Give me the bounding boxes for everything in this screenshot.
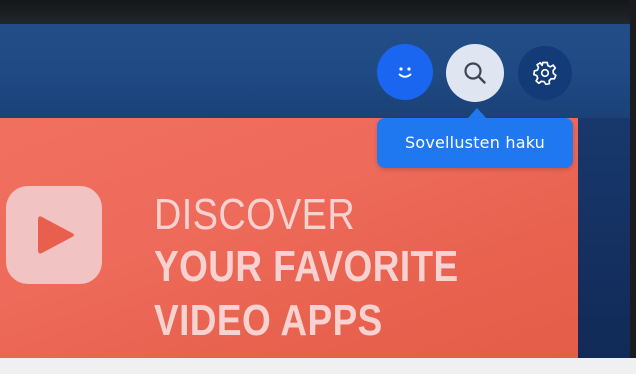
banner-headline-line3: VIDEO APPS [154,296,383,345]
video-app-icon [6,186,102,284]
search-tooltip: Sovellusten haku [377,118,573,168]
tv-bezel-bottom [0,358,636,374]
search-button[interactable] [446,44,504,102]
tv-screen: DISCOVER YOUR FAVORITE VIDEO APPS Sovell… [0,0,636,374]
play-icon [38,216,74,254]
settings-button[interactable] [518,46,572,100]
banner-headline-line2: YOUR FAVORITE [154,242,459,291]
tv-bezel-right [630,0,636,374]
tv-bezel-top [0,0,636,24]
profile-button[interactable] [377,44,433,100]
tooltip-label: Sovellusten haku [404,133,546,152]
smiley-icon [398,67,412,78]
gear-icon [533,61,557,86]
search-icon [464,62,486,84]
side-panel [578,118,630,358]
banner-headline-line1: DISCOVER [154,190,356,239]
